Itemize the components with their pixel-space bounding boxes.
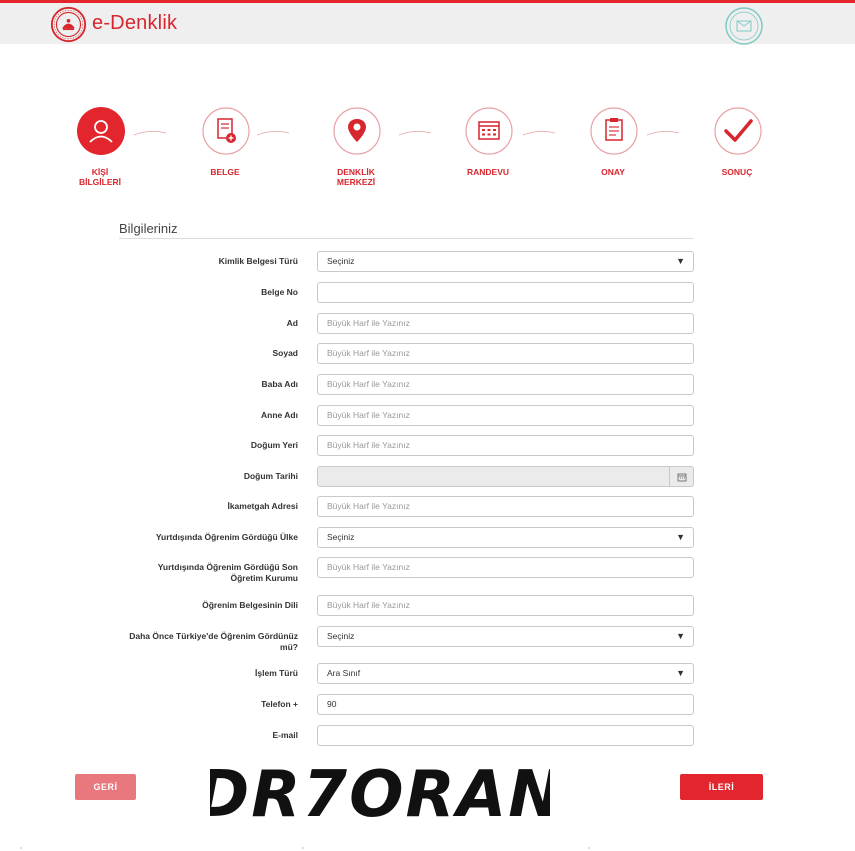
- field-label: Kimlik Belgesi Türü: [218, 256, 298, 266]
- right-seal-icon: [725, 7, 763, 45]
- dropdown-arrow-icon: ▼: [676, 256, 685, 266]
- text-input[interactable]: Büyük Harf ile Yazınız: [317, 557, 694, 578]
- text-input[interactable]: Büyük Harf ile Yazınız: [317, 435, 694, 456]
- select-value: Seçiniz: [327, 631, 355, 641]
- step-connector: [256, 131, 290, 136]
- input-placeholder: Büyük Harf ile Yazınız: [327, 440, 410, 450]
- text-input[interactable]: Büyük Harf ile Yazınız: [317, 405, 694, 426]
- text-input[interactable]: Büyük Harf ile Yazınız: [317, 343, 694, 364]
- calendar-icon[interactable]: [669, 467, 693, 486]
- text-input[interactable]: Büyük Harf ile Yazınız: [317, 595, 694, 616]
- field-label: Daha Önce Türkiye'de Öğrenim Gördünüz mü…: [129, 631, 298, 652]
- text-input[interactable]: [317, 725, 694, 746]
- text-input[interactable]: Büyük Harf ile Yazınız: [317, 374, 694, 395]
- calendar-icon: [465, 107, 513, 155]
- field-label: Baba Adı: [261, 379, 298, 389]
- step-label: BELGE: [210, 167, 240, 177]
- input-placeholder: Büyük Harf ile Yazınız: [327, 501, 410, 511]
- field-label: Belge No: [261, 287, 298, 297]
- location-pin-icon: [333, 107, 381, 155]
- step-label: KİŞİ BİLGİLERİ: [78, 167, 122, 187]
- back-button[interactable]: GERİ: [75, 774, 136, 800]
- input-placeholder: Büyük Harf ile Yazınız: [327, 318, 410, 328]
- field-label: Doğum Tarihi: [243, 471, 298, 481]
- select-dropdown[interactable]: Seçiniz ▼: [317, 626, 694, 647]
- dropdown-arrow-icon: ▼: [676, 631, 685, 641]
- text-input[interactable]: Büyük Harf ile Yazınız: [317, 496, 694, 517]
- step-connector: [133, 131, 167, 136]
- person-icon: [77, 107, 125, 155]
- field-label: Ad: [286, 318, 298, 328]
- input-placeholder: Büyük Harf ile Yazınız: [327, 348, 410, 358]
- step-connector: [398, 131, 432, 136]
- input-placeholder: Büyük Harf ile Yazınız: [327, 410, 410, 420]
- date-input[interactable]: [317, 466, 694, 487]
- step-label: ONAY: [601, 167, 625, 177]
- field-label: E-mail: [272, 730, 298, 740]
- select-value: Seçiniz: [327, 532, 355, 542]
- text-input[interactable]: 90: [317, 694, 694, 715]
- step-connector: [522, 131, 556, 136]
- field-label: Doğum Yeri: [250, 440, 298, 450]
- input-placeholder: Büyük Harf ile Yazınız: [327, 562, 410, 572]
- next-button[interactable]: İLERİ: [680, 774, 763, 800]
- dropdown-arrow-icon: ▼: [676, 532, 685, 542]
- input-value: 90: [327, 699, 337, 709]
- field-label: Yurtdışında Öğrenim Gördüğü Son Öğretim …: [157, 562, 298, 583]
- select-value: Ara Sınıf: [327, 668, 361, 678]
- field-label: İşlem Türü: [255, 668, 298, 678]
- watermark-signature: DR7ORAN: [210, 758, 550, 832]
- select-dropdown[interactable]: Ara Sınıf ▼: [317, 663, 694, 684]
- checkmark-icon: [714, 107, 762, 155]
- ministry-seal-icon[interactable]: [50, 6, 87, 43]
- field-label: İkametgah Adresi: [227, 501, 298, 511]
- footer-marks: [20, 847, 590, 849]
- header-bar: e-Denklik: [0, 3, 855, 45]
- form-title: Bilgileriniz: [119, 221, 178, 236]
- select-dropdown[interactable]: Seçiniz ▼: [317, 251, 694, 272]
- field-label: Telefon +: [261, 699, 298, 709]
- text-input[interactable]: Büyük Harf ile Yazınız: [317, 313, 694, 334]
- input-placeholder: Büyük Harf ile Yazınız: [327, 600, 410, 610]
- step-label: SONUÇ: [721, 167, 753, 177]
- select-dropdown[interactable]: Seçiniz ▼: [317, 527, 694, 548]
- document-add-icon: [202, 107, 250, 155]
- progress-steps: KİŞİ BİLGİLERİ BELGE DENKLİK MERKEZİ RAN…: [0, 100, 855, 200]
- field-label: Soyad: [272, 348, 298, 358]
- input-placeholder: Büyük Harf ile Yazınız: [327, 379, 410, 389]
- select-value: Seçiniz: [327, 256, 355, 266]
- text-input[interactable]: [317, 282, 694, 303]
- field-label: Yurtdışında Öğrenim Gördüğü Ülke: [155, 532, 298, 542]
- field-label: Öğrenim Belgesinin Dili: [202, 600, 298, 610]
- dropdown-arrow-icon: ▼: [676, 668, 685, 678]
- step-label: RANDEVU: [466, 167, 510, 177]
- clipboard-icon: [590, 107, 638, 155]
- step-connector: [646, 131, 680, 136]
- field-label: Anne Adı: [261, 410, 298, 420]
- app-title[interactable]: e-Denklik: [92, 12, 177, 35]
- watermark-text: DR7ORAN: [210, 758, 550, 832]
- form-title-divider: [119, 238, 694, 239]
- step-label: DENKLİK MERKEZİ: [336, 167, 376, 187]
